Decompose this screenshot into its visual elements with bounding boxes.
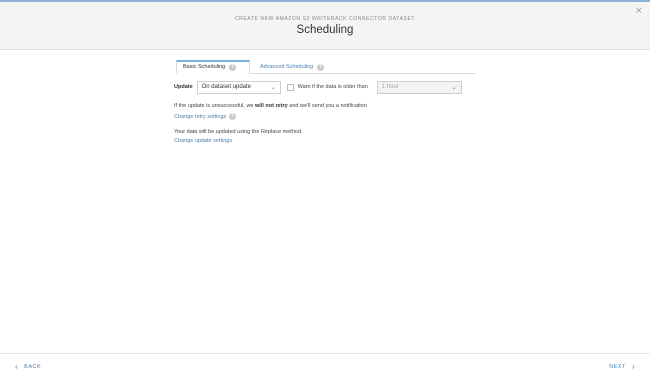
help-icon[interactable]: ? (229, 64, 237, 71)
chevron-right-icon: › (631, 362, 635, 371)
update-select[interactable]: On dataset update ⌄ (196, 80, 281, 94)
chevron-left-icon: ‹ (15, 362, 19, 371)
page-title: Scheduling (296, 24, 354, 36)
help-icon[interactable]: ? (317, 63, 325, 71)
warn-label: Warn if the data is older than (297, 84, 368, 90)
chevron-down-icon: ⌄ (270, 84, 276, 91)
modal-header: CREATE NEW AMAZON S3 WRITEBACK CONNECTOR… (0, 2, 650, 50)
back-button[interactable]: ‹ BACK (15, 362, 42, 371)
tab-basic-scheduling[interactable]: Basic Scheduling ? (176, 60, 250, 74)
warn-checkbox[interactable] (286, 83, 294, 91)
chevron-down-icon: ⌄ (451, 84, 457, 91)
update-method-message: Your data will be updated using the Repl… (174, 129, 303, 135)
update-row: Update On dataset update ⌄ Warn if the d… (174, 80, 462, 94)
retry-text-bold: will not retry (255, 103, 288, 109)
change-update-settings-link[interactable]: Change update settings (174, 138, 232, 144)
change-retry-settings-link[interactable]: Change retry settings ? (174, 113, 237, 120)
back-label: BACK (24, 364, 42, 370)
modal-footer: ‹ BACK NEXT › (0, 353, 650, 381)
next-button[interactable]: NEXT › (609, 362, 635, 371)
close-icon[interactable]: × (636, 5, 642, 17)
retry-message: If the update is unsuccessful, we will n… (174, 103, 367, 109)
scheduling-tabs: Basic Scheduling ? Advanced Scheduling ? (176, 60, 476, 74)
update-select-value: On dataset update (201, 84, 252, 90)
modal-subtitle: CREATE NEW AMAZON S3 WRITEBACK CONNECTOR… (234, 16, 416, 22)
next-label: NEXT (609, 364, 626, 370)
tab-label: Basic Scheduling (183, 64, 226, 70)
retry-text-before: If the update is unsuccessful, we (174, 103, 256, 109)
warn-age-select-value: 1 hour (381, 84, 399, 90)
tab-advanced-scheduling[interactable]: Advanced Scheduling ? (254, 60, 330, 74)
tab-label: Advanced Scheduling (260, 63, 314, 70)
retry-text-after: and we'll send you a notification (287, 103, 367, 109)
help-icon[interactable]: ? (229, 113, 237, 120)
modal-dialog: CREATE NEW AMAZON S3 WRITEBACK CONNECTOR… (0, 0, 650, 379)
change-retry-settings-label: Change retry settings (174, 113, 227, 120)
warn-age-select[interactable]: 1 hour ⌄ (376, 80, 462, 94)
update-label: Update (174, 84, 193, 90)
